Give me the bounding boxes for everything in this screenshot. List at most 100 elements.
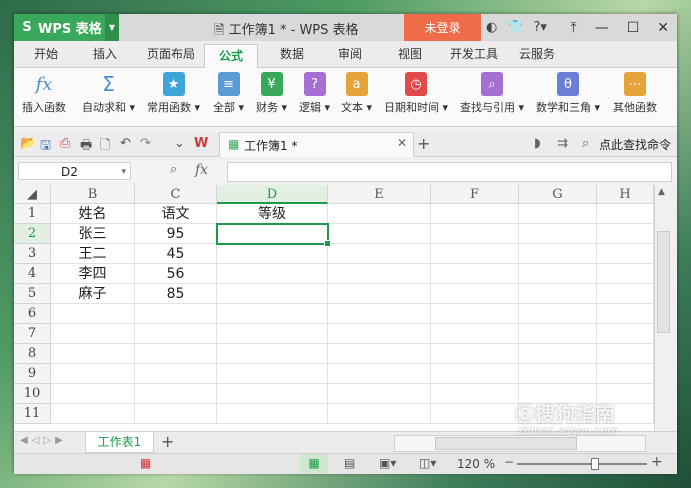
- maximize-icon[interactable]: ☐: [627, 20, 640, 36]
- layout-view-icon[interactable]: ▣▾: [379, 456, 396, 470]
- row-header[interactable]: 1: [14, 204, 51, 224]
- fill-handle[interactable]: [324, 240, 331, 247]
- cell[interactable]: [51, 364, 135, 384]
- close-tab-icon[interactable]: ✕: [397, 136, 407, 150]
- logic-button[interactable]: ? 逻辑 ▾: [299, 72, 330, 115]
- more-functions-button[interactable]: ⋯ 其他函数: [613, 72, 657, 115]
- calendar-icon[interactable]: ▦: [140, 456, 151, 470]
- lookup-button[interactable]: ⌕ 查找与引用 ▾: [460, 72, 524, 115]
- cell[interactable]: [217, 324, 328, 344]
- cell[interactable]: [135, 304, 217, 324]
- cell[interactable]: [328, 404, 431, 424]
- text-button[interactable]: a 文本 ▾: [341, 72, 372, 115]
- undo-icon[interactable]: ↶: [120, 136, 131, 151]
- math-trig-button[interactable]: θ 数学和三角 ▾: [536, 72, 600, 115]
- print-icon[interactable]: 🖶: [80, 136, 92, 158]
- cell[interactable]: [217, 264, 328, 284]
- column-header[interactable]: H: [597, 185, 654, 204]
- cell[interactable]: [597, 304, 654, 324]
- cell[interactable]: 等级: [217, 204, 328, 224]
- normal-view-icon[interactable]: ▦: [300, 454, 328, 473]
- wps-menu-button[interactable]: S WPS 表格 ▼: [14, 14, 119, 41]
- cell[interactable]: [431, 284, 519, 304]
- horizontal-scrollbar[interactable]: [394, 435, 646, 452]
- cell[interactable]: [328, 344, 431, 364]
- selected-cell-d2[interactable]: [216, 223, 331, 247]
- row-header[interactable]: 9: [14, 364, 51, 384]
- cell[interactable]: [217, 344, 328, 364]
- search-command-icon[interactable]: ⌕: [582, 136, 589, 151]
- row-header[interactable]: 7: [14, 324, 51, 344]
- cell[interactable]: [597, 364, 654, 384]
- shirt-icon[interactable]: 👕: [507, 20, 523, 35]
- customize-icon[interactable]: ⌄: [174, 136, 185, 151]
- tab-view[interactable]: 视图: [398, 45, 422, 62]
- cell[interactable]: [135, 404, 217, 424]
- spreadsheet-grid[interactable]: ◢ B C D E F G H 1 2 3 4 5 6 7 8 9 10 11 …: [14, 185, 654, 431]
- cell[interactable]: [431, 204, 519, 224]
- row-header[interactable]: 11: [14, 404, 51, 424]
- sheet-nav-icon[interactable]: ◀◁▷▶: [20, 435, 67, 446]
- cell[interactable]: [519, 364, 597, 384]
- minimize-icon[interactable]: —: [595, 20, 609, 36]
- fx-icon[interactable]: fx: [195, 162, 208, 178]
- cell[interactable]: [135, 384, 217, 404]
- column-header[interactable]: F: [431, 185, 519, 204]
- zoom-level[interactable]: 120 %: [457, 457, 495, 471]
- wps-w-icon[interactable]: W: [194, 136, 208, 151]
- restore-icon[interactable]: ⤒: [571, 20, 577, 36]
- cell[interactable]: [217, 384, 328, 404]
- autosum-button[interactable]: Σ 自动求和 ▾: [82, 72, 135, 115]
- cell[interactable]: 张三: [51, 224, 135, 244]
- cell[interactable]: [519, 304, 597, 324]
- name-box[interactable]: D2 ▾: [18, 162, 131, 180]
- column-header[interactable]: B: [51, 185, 135, 204]
- cell[interactable]: [431, 224, 519, 244]
- reading-view-icon[interactable]: ◫▾: [419, 456, 436, 470]
- tab-page-layout[interactable]: 页面布局: [147, 45, 195, 62]
- cell[interactable]: [217, 364, 328, 384]
- column-header[interactable]: G: [519, 185, 597, 204]
- cell[interactable]: [51, 404, 135, 424]
- row-header[interactable]: 2: [14, 224, 51, 244]
- row-header[interactable]: 10: [14, 384, 51, 404]
- column-header[interactable]: C: [135, 185, 217, 204]
- cell[interactable]: [519, 264, 597, 284]
- cell[interactable]: [597, 244, 654, 264]
- cell[interactable]: [431, 324, 519, 344]
- preview-icon[interactable]: 🗋: [100, 136, 110, 158]
- date-time-button[interactable]: ◷ 日期和时间 ▾: [384, 72, 448, 115]
- cell[interactable]: [328, 264, 431, 284]
- chevron-down-icon[interactable]: ▼: [105, 14, 119, 41]
- tab-home[interactable]: 开始: [34, 45, 58, 62]
- cell[interactable]: [328, 364, 431, 384]
- cell[interactable]: [328, 384, 431, 404]
- cell[interactable]: [135, 364, 217, 384]
- cell[interactable]: [431, 404, 519, 424]
- column-header[interactable]: D: [217, 185, 328, 204]
- chevron-down-icon[interactable]: ▾: [121, 163, 126, 181]
- cell[interactable]: 麻子: [51, 284, 135, 304]
- skin-icon[interactable]: ◐: [486, 20, 497, 35]
- cell[interactable]: [519, 324, 597, 344]
- cell[interactable]: [217, 404, 328, 424]
- cell[interactable]: [328, 304, 431, 324]
- finance-button[interactable]: ¥ 财务 ▾: [256, 72, 287, 115]
- document-tab[interactable]: ▦ 工作簿1 * ✕: [219, 132, 414, 157]
- tab-review[interactable]: 审阅: [338, 45, 362, 62]
- cell[interactable]: 95: [135, 224, 217, 244]
- row-header[interactable]: 6: [14, 304, 51, 324]
- scroll-up-icon[interactable]: ▲: [658, 187, 665, 197]
- cell[interactable]: 李四: [51, 264, 135, 284]
- cell[interactable]: [597, 224, 654, 244]
- zoom-slider-knob[interactable]: [591, 458, 599, 470]
- help-icon[interactable]: ?▾: [534, 20, 547, 35]
- zoom-in-icon[interactable]: +: [651, 454, 663, 470]
- sheet-tab[interactable]: 工作表1: [85, 432, 154, 453]
- cell[interactable]: [328, 324, 431, 344]
- cell[interactable]: [328, 224, 431, 244]
- cell[interactable]: [597, 284, 654, 304]
- cell[interactable]: [597, 204, 654, 224]
- cell[interactable]: [519, 344, 597, 364]
- cell[interactable]: [431, 364, 519, 384]
